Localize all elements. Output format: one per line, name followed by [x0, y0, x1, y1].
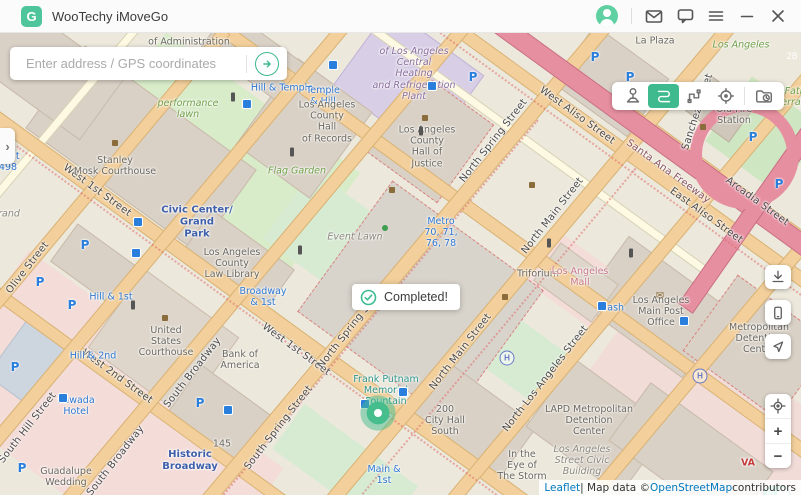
- locate-button[interactable]: [765, 394, 791, 418]
- sidebar-expand-handle[interactable]: ›: [0, 128, 15, 164]
- check-circle-icon: [360, 289, 377, 306]
- attribution-mid: | Map data ©: [580, 482, 650, 494]
- crosshair-icon: [716, 86, 736, 106]
- poi-icon: [529, 182, 535, 188]
- navigate-button[interactable]: [765, 334, 791, 359]
- folder-clock-icon: [754, 86, 774, 106]
- two-spot-route-mode-button[interactable]: [648, 84, 679, 108]
- zoom-out-button[interactable]: −: [765, 443, 791, 468]
- current-location-marker[interactable]: [360, 395, 396, 431]
- teleport-pin-icon: [623, 86, 643, 106]
- avatar-head: [603, 9, 611, 17]
- download-button[interactable]: [765, 265, 791, 289]
- account-avatar[interactable]: [596, 5, 618, 27]
- phone-icon: [769, 304, 787, 322]
- titlebar-divider: [631, 8, 632, 24]
- close-button[interactable]: [769, 7, 787, 25]
- mode-toolbar-divider: [744, 87, 745, 105]
- mode-toolbar: [612, 82, 784, 110]
- logo-letter: G: [26, 9, 36, 24]
- multi-spot-route-mode-button[interactable]: [679, 84, 710, 108]
- map-attribution: Leaflet | Map data © OpenStreetMap contr…: [539, 480, 801, 495]
- menu-icon[interactable]: [707, 7, 725, 25]
- chevron-right-icon: ›: [5, 139, 9, 154]
- minimize-button[interactable]: [738, 7, 756, 25]
- app-logo-icon: G: [21, 6, 42, 27]
- zoom-in-button[interactable]: +: [765, 418, 791, 443]
- mail-icon[interactable]: [645, 7, 663, 25]
- arrow-right-icon: [260, 57, 274, 71]
- poi-label: rand: [0, 208, 20, 219]
- titlebar: G WooTechy iMoveGo: [0, 0, 801, 33]
- joystick-mode-button[interactable]: [710, 84, 741, 108]
- device-button[interactable]: [765, 300, 791, 325]
- search-bar: [10, 47, 287, 80]
- teleport-mode-button[interactable]: [617, 84, 648, 108]
- polyline-route-icon: [685, 86, 705, 106]
- history-button[interactable]: [748, 84, 779, 108]
- chat-icon[interactable]: [676, 7, 694, 25]
- zoom-control-group: + −: [765, 394, 791, 468]
- openstreetmap-link[interactable]: OpenStreetMap: [650, 482, 732, 494]
- app-title: WooTechy iMoveGo: [52, 9, 168, 24]
- s-route-icon: [654, 86, 674, 106]
- locate-icon: [769, 397, 787, 415]
- app-window: G WooTechy iMoveGo: [0, 0, 801, 495]
- avatar-body: [600, 19, 614, 27]
- download-icon: [769, 268, 787, 286]
- poi-label: 2B: [786, 52, 797, 62]
- go-button[interactable]: [255, 52, 279, 76]
- leaflet-link[interactable]: Leaflet: [544, 482, 580, 494]
- navigation-arrow-icon: [769, 338, 787, 356]
- completed-toast: Completed!: [352, 284, 460, 310]
- attribution-rest: contributors: [732, 482, 796, 494]
- poi-label: La Plaza: [635, 35, 674, 46]
- search-divider: [246, 55, 247, 73]
- map-canvas[interactable]: West 1st StreetWest 1st StreetWest 2nd S…: [0, 32, 801, 495]
- transit-icon: [131, 248, 141, 258]
- search-input[interactable]: [24, 55, 238, 72]
- transit-icon: [328, 60, 338, 70]
- toast-text: Completed!: [384, 290, 448, 304]
